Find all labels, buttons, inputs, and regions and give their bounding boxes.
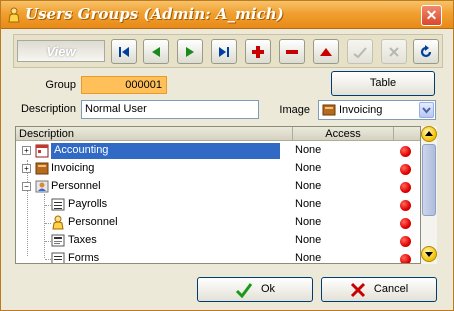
description-label: Description [20, 103, 76, 115]
scroll-up-button[interactable] [421, 126, 437, 142]
status-dot [400, 146, 411, 157]
cancel-button-label: Cancel [373, 283, 409, 295]
grid-row[interactable]: Personnel None [16, 214, 420, 232]
next-record-button[interactable] [177, 39, 203, 64]
status-dot [400, 182, 411, 193]
row-access: None [295, 162, 322, 174]
status-dot [400, 236, 411, 247]
edit-record-button[interactable] [313, 39, 339, 64]
status-dot [400, 218, 411, 229]
grid-row[interactable]: Forms None [16, 250, 420, 264]
cancel-x-icon [350, 282, 365, 297]
status-dot [400, 254, 411, 263]
document-icon [51, 234, 65, 247]
cancel-button[interactable]: Cancel [321, 277, 437, 302]
refresh-button[interactable] [413, 39, 439, 64]
row-access: None [295, 180, 322, 192]
next-record-icon [186, 47, 194, 57]
column-access[interactable]: Access [293, 127, 394, 141]
checkmark-icon [353, 47, 367, 59]
grid-row[interactable]: Payrolls None [16, 196, 420, 214]
column-status [394, 127, 420, 141]
refresh-icon [420, 45, 432, 58]
chevron-down-icon [425, 252, 433, 257]
column-description[interactable]: Description [16, 127, 293, 141]
scroll-down-button[interactable] [421, 246, 437, 262]
image-select[interactable]: Invoicing [318, 100, 436, 120]
row-name: Forms [68, 252, 100, 264]
cancel-edit-button[interactable] [381, 39, 407, 64]
image-select-value: Invoicing [339, 104, 383, 116]
status-dot [400, 200, 411, 211]
users-groups-window: Users Groups (Admin: A_mich) ✕ View Grou… [0, 0, 454, 311]
x-icon [389, 47, 399, 57]
row-name: Personnel [51, 180, 101, 192]
access-grid: Description Access + Accounting None + I… [15, 126, 421, 264]
grid-row[interactable]: Taxes None [16, 232, 420, 250]
list-icon [51, 198, 65, 211]
triangle-up-icon [320, 48, 332, 56]
group-label: Group [45, 79, 76, 91]
delete-record-button[interactable] [279, 39, 305, 64]
forms-icon [51, 252, 65, 263]
previous-record-icon [152, 47, 160, 57]
plus-icon [252, 46, 264, 58]
row-name: Payrolls [68, 198, 108, 210]
image-label: Image [279, 104, 310, 116]
grid-row[interactable]: + Invoicing None [16, 160, 420, 178]
ok-button[interactable]: Ok [197, 277, 313, 302]
grid-header: Description Access [16, 127, 420, 141]
expand-toggle[interactable]: + [22, 146, 31, 155]
window-title: Users Groups (Admin: A_mich) [25, 5, 284, 23]
chevron-down-icon [422, 107, 431, 114]
row-name: Taxes [68, 234, 97, 246]
row-access: None [295, 198, 322, 210]
mode-indicator: View [17, 40, 105, 62]
checkmark-icon [235, 282, 253, 298]
row-access: None [295, 144, 322, 156]
grid-row[interactable]: − Personnel None [16, 178, 420, 196]
vertical-scrollbar[interactable] [421, 126, 437, 264]
navigator-toolbar: View [13, 34, 443, 68]
first-record-icon [119, 47, 129, 57]
person-card-icon [35, 180, 49, 193]
user-icon [52, 215, 64, 230]
calendar-icon [35, 144, 49, 158]
book-icon [35, 162, 49, 175]
scroll-thumb[interactable] [422, 144, 436, 216]
grid-row[interactable]: + Accounting None [16, 142, 420, 160]
description-field[interactable]: Normal User [81, 100, 259, 119]
group-field[interactable]: 000001 [81, 76, 167, 94]
previous-record-button[interactable] [143, 39, 169, 64]
image-dropdown-button[interactable] [419, 102, 434, 118]
expand-toggle[interactable]: + [22, 164, 31, 173]
minus-icon [286, 50, 298, 54]
row-access: None [295, 216, 322, 228]
collapse-toggle[interactable]: − [22, 182, 31, 191]
ok-button-label: Ok [261, 283, 276, 295]
row-name: Personnel [68, 216, 118, 228]
last-record-button[interactable] [211, 39, 237, 64]
first-record-button[interactable] [111, 39, 137, 64]
row-access: None [295, 234, 322, 246]
table-button-label: Table [369, 77, 397, 89]
row-access: None [295, 252, 322, 264]
close-icon: ✕ [425, 7, 438, 23]
last-record-icon [219, 47, 229, 57]
status-dot [400, 164, 411, 175]
view-mode-label: View [46, 44, 76, 59]
close-button[interactable]: ✕ [421, 5, 442, 26]
book-icon [322, 104, 336, 116]
title-bar[interactable]: Users Groups (Admin: A_mich) ✕ [1, 1, 453, 29]
post-record-button[interactable] [347, 39, 373, 64]
row-name: Accounting [51, 143, 280, 159]
user-icon [8, 7, 20, 23]
table-button[interactable]: Table [331, 71, 435, 96]
row-name: Invoicing [51, 162, 95, 174]
chevron-up-icon [425, 131, 433, 136]
add-record-button[interactable] [245, 39, 271, 64]
